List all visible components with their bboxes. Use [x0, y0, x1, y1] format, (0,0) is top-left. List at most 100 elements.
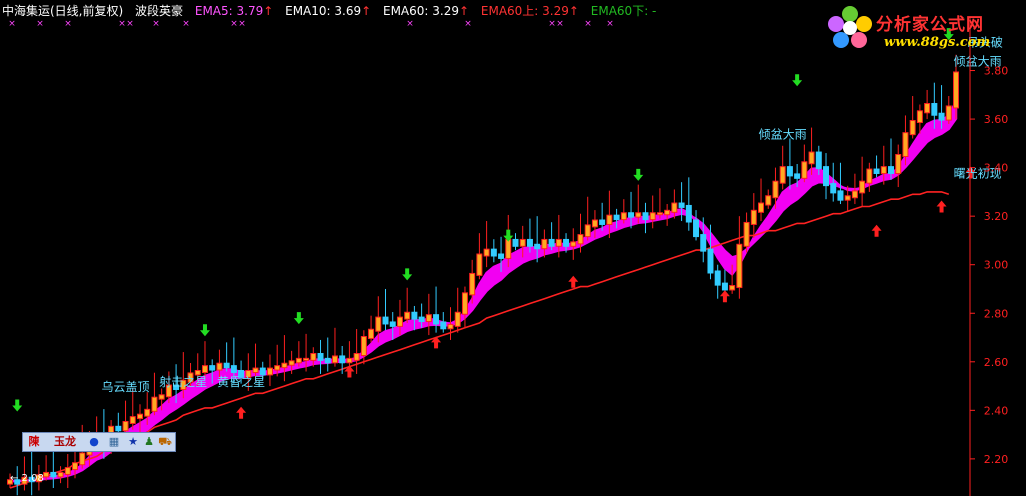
candle-body [151, 396, 158, 412]
top-marker: × [8, 19, 16, 29]
candle-body [43, 471, 50, 478]
candle-body [281, 362, 288, 369]
candle-body [396, 316, 403, 327]
candle-body [750, 209, 757, 225]
candle-body [620, 212, 627, 221]
buy-arrow-icon [236, 406, 247, 419]
candle-body [425, 314, 432, 323]
candle-body [122, 420, 129, 432]
candle-body [274, 365, 281, 371]
candle-body [454, 311, 461, 327]
candle-body [823, 166, 830, 187]
candle-body [866, 168, 873, 184]
cart-icon[interactable]: ⛟ [157, 434, 173, 450]
buy-arrow-icon [871, 224, 882, 237]
candle-body [50, 471, 57, 478]
candle-body [721, 282, 728, 291]
candle-body [461, 292, 468, 315]
candle-body [815, 151, 822, 170]
y-tick-label: 3.20 [984, 210, 1009, 223]
sell-arrow-icon [792, 74, 803, 87]
candle-body [158, 394, 165, 400]
sell-arrow-icon [293, 312, 304, 325]
y-tick-label: 3.40 [984, 162, 1009, 175]
candle-body [664, 209, 671, 216]
candle-body [144, 408, 151, 417]
candle-body [649, 212, 656, 221]
candle-body [512, 238, 519, 247]
candle-body [830, 183, 837, 194]
logo-site-name: 分析家公式网 [876, 15, 984, 35]
low-price-label: ← 2.08 [10, 473, 44, 484]
site-logo: 分析家公式网 www.88gs.com [826, 2, 1024, 54]
candle-body [873, 168, 880, 174]
candle-body [714, 270, 721, 286]
candle-body [469, 272, 476, 296]
buy-arrow-icon [568, 275, 579, 288]
candle-body [79, 452, 86, 466]
candle-body [635, 212, 642, 218]
candle-body [851, 190, 858, 199]
top-marker: × [406, 19, 414, 29]
candle-body [519, 238, 526, 247]
y-tick-label: 2.60 [984, 356, 1009, 369]
candle-body [129, 416, 136, 424]
candle-body [498, 253, 505, 259]
candle-body [563, 238, 570, 247]
candle-body [526, 238, 533, 247]
candle-body [786, 166, 793, 177]
candle-body [375, 316, 382, 332]
candle-body [902, 132, 909, 157]
candlestick-chart[interactable]: × × × × × × × × × × × × × × × 乌云盖顶 射击之星 黄昏之星倾盆大雨倾盆大雨吊头破曙… [0, 0, 1026, 496]
candle-body [266, 367, 273, 376]
y-tick-label: 3.60 [984, 113, 1009, 126]
candle-body [895, 153, 902, 174]
candle-body [230, 365, 237, 374]
top-marker: × [36, 19, 44, 29]
candle-body [693, 219, 700, 238]
y-tick-label: 2.40 [984, 404, 1009, 417]
candle-body [295, 357, 302, 364]
candle-body [584, 224, 591, 238]
candle-body [57, 471, 64, 478]
circle-icon[interactable]: ● [87, 434, 101, 450]
candle-body [938, 112, 945, 121]
candle-body [628, 212, 635, 218]
candle-body [801, 161, 808, 179]
candle-body [570, 241, 577, 247]
user-icon[interactable]: ♟ [142, 434, 156, 450]
pattern-annotation: 射击之星 [159, 374, 207, 389]
toolbar-char[interactable]: 陳 [25, 434, 43, 450]
candle-body [541, 238, 548, 250]
sell-arrow-icon [199, 324, 210, 337]
candle-body [837, 190, 844, 201]
candle-body [433, 314, 440, 325]
candle-body [599, 219, 606, 225]
candle-body [685, 204, 692, 223]
candle-body [844, 195, 851, 201]
candle-body [779, 166, 786, 184]
buy-arrow-icon [719, 290, 730, 303]
candle-body [534, 243, 541, 250]
star-icon[interactable]: ★ [125, 434, 141, 450]
top-marker: × [152, 19, 160, 29]
y-tick-label: 2.20 [984, 453, 1009, 466]
candle-body [577, 234, 584, 245]
top-marker: × [606, 19, 614, 29]
top-marker: × [464, 19, 472, 29]
candle-body [953, 71, 959, 109]
candle-body [476, 253, 483, 276]
top-marker: × [126, 19, 134, 29]
keyboard-icon[interactable]: ▦ [103, 434, 125, 450]
candle-body [382, 316, 389, 325]
candle-body [700, 234, 707, 252]
candle-body [555, 238, 562, 247]
candle-body [368, 328, 375, 340]
top-marker: × [230, 19, 238, 29]
toolbar-label[interactable]: 玉龙 [45, 434, 85, 450]
candle-body [656, 212, 663, 216]
sell-arrow-icon [633, 168, 644, 181]
candle-body [924, 103, 931, 114]
top-marker: × [556, 19, 564, 29]
floating-toolbar: 陳 玉龙 ● ▦ ★ ♟ ⛟ [22, 432, 176, 452]
